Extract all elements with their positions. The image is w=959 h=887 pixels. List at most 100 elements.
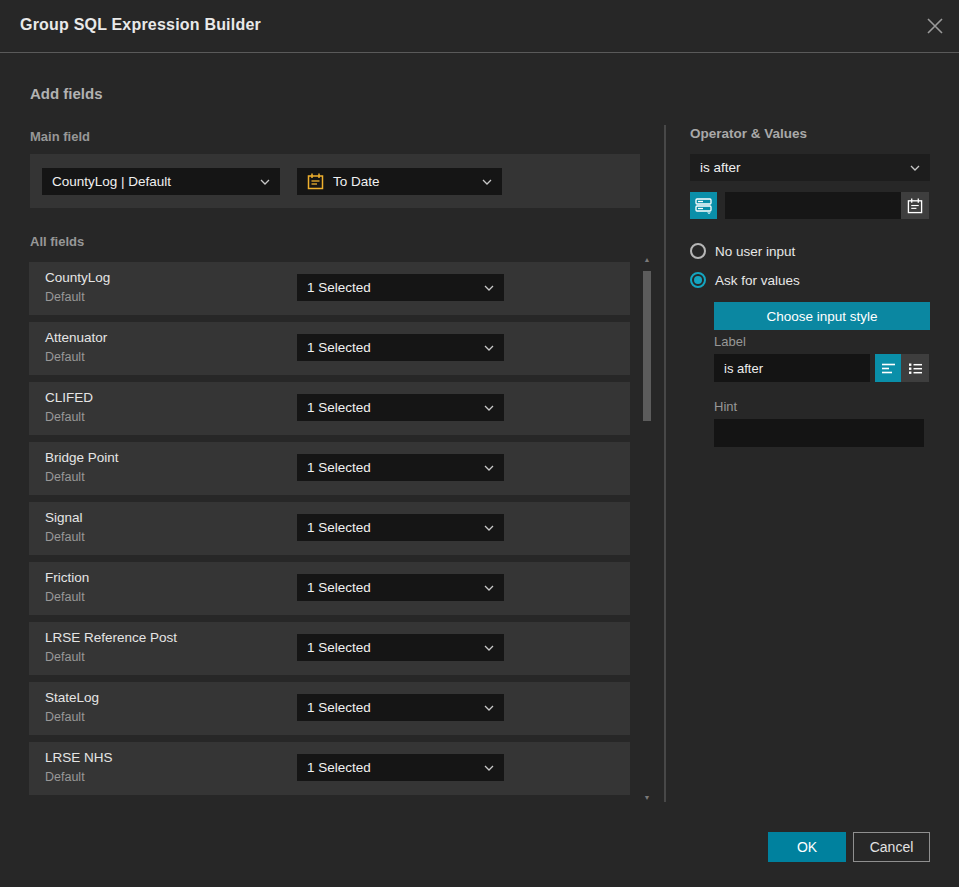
field-name: LRSE NHS [45,750,113,765]
single-line-input-icon [881,362,896,375]
field-subtitle: Default [45,470,85,484]
radio-no-user-input-label: No user input [715,244,795,259]
radio-selected-icon [690,272,706,288]
ok-button[interactable]: OK [768,832,846,862]
radio-ask-for-values[interactable]: Ask for values [690,272,800,288]
field-name: CountyLog [45,270,110,285]
field-subtitle: Default [45,290,85,304]
field-selected-dropdown-label: 1 Selected [307,280,371,295]
field-name: Signal [45,510,83,525]
all-fields-label: All fields [30,234,84,249]
chevron-down-icon [484,765,494,771]
field-selected-dropdown-label: 1 Selected [307,580,371,595]
field-selected-dropdown-label: 1 Selected [307,640,371,655]
field-selected-dropdown-label: 1 Selected [307,760,371,775]
operator-select[interactable]: is after [690,154,930,181]
chevron-down-icon [484,525,494,531]
field-name: CLIFED [45,390,93,405]
field-row: Attenuator Default 1 Selected [29,322,630,375]
field-subtitle: Default [45,710,85,724]
field-name: StateLog [45,690,99,705]
all-fields-list: CountyLog Default 1 Selected Attenuator … [29,262,630,802]
hint-input[interactable] [714,419,924,447]
field-selected-dropdown-label: 1 Selected [307,700,371,715]
field-selected-dropdown[interactable]: 1 Selected [297,394,504,421]
add-fields-heading: Add fields [30,85,103,102]
calendar-icon [907,198,923,214]
chevron-down-icon [484,405,494,411]
field-subtitle: Default [45,350,85,364]
single-line-input-button[interactable] [875,354,901,382]
scrollbar-up-arrow-icon[interactable]: ▲ [641,256,653,264]
main-field-select[interactable]: CountyLog | Default [42,168,280,195]
field-selected-dropdown-label: 1 Selected [307,460,371,475]
main-field-date-select[interactable]: To Date [297,168,502,195]
field-selected-dropdown[interactable]: 1 Selected [297,754,504,781]
field-selected-dropdown-label: 1 Selected [307,400,371,415]
unique-values-icon [695,197,712,214]
value-input[interactable] [725,192,901,219]
close-button[interactable] [922,13,948,39]
main-field-label: Main field [30,129,90,144]
panel-divider [664,125,666,802]
main-field-select-value: CountyLog | Default [52,174,171,189]
hint-field-label: Hint [714,399,737,414]
field-selected-dropdown[interactable]: 1 Selected [297,274,504,301]
cancel-button[interactable]: Cancel [853,832,930,862]
field-name: LRSE Reference Post [45,630,177,645]
operator-values-heading: Operator & Values [690,126,807,141]
field-selected-dropdown-label: 1 Selected [307,520,371,535]
chevron-down-icon [482,179,492,185]
main-field-panel: CountyLog | Default To Date [30,154,640,208]
field-row: Signal Default 1 Selected [29,502,630,555]
field-row: StateLog Default 1 Selected [29,682,630,735]
unique-values-button[interactable] [690,192,717,219]
field-selected-dropdown[interactable]: 1 Selected [297,634,504,661]
scrollbar-down-arrow-icon[interactable]: ▼ [641,794,653,802]
chevron-down-icon [484,465,494,471]
close-icon [926,17,944,35]
field-row: Bridge Point Default 1 Selected [29,442,630,495]
field-selected-dropdown[interactable]: 1 Selected [297,454,504,481]
field-row: LRSE Reference Post Default 1 Selected [29,622,630,675]
label-input[interactable] [714,354,870,382]
chevron-down-icon [484,645,494,651]
main-field-date-select-value: To Date [333,174,380,189]
field-row: Friction Default 1 Selected [29,562,630,615]
field-subtitle: Default [45,770,85,784]
field-selected-dropdown[interactable]: 1 Selected [297,514,504,541]
choose-input-style-button[interactable]: Choose input style [714,302,930,330]
field-row: LRSE NHS Default 1 Selected [29,742,630,795]
chevron-down-icon [484,285,494,291]
field-subtitle: Default [45,590,85,604]
field-name: Attenuator [45,330,107,345]
list-input-button[interactable] [901,354,929,382]
chevron-down-icon [484,585,494,591]
radio-ask-for-values-label: Ask for values [715,273,800,288]
dialog-title: Group SQL Expression Builder [20,16,261,34]
operator-select-value: is after [700,160,741,175]
field-selected-dropdown[interactable]: 1 Selected [297,574,504,601]
list-scrollbar[interactable]: ▲ ▼ [641,256,653,802]
chevron-down-icon [484,705,494,711]
field-name: Friction [45,570,89,585]
label-field-label: Label [714,334,746,349]
field-selected-dropdown-label: 1 Selected [307,340,371,355]
scrollbar-thumb[interactable] [643,271,651,421]
calendar-icon [307,173,324,190]
radio-circle-icon [690,243,706,259]
field-subtitle: Default [45,530,85,544]
field-selected-dropdown[interactable]: 1 Selected [297,694,504,721]
field-subtitle: Default [45,650,85,664]
value-calendar-button[interactable] [901,192,929,219]
chevron-down-icon [260,179,270,185]
chevron-down-icon [484,345,494,351]
radio-no-user-input[interactable]: No user input [690,243,795,259]
field-subtitle: Default [45,410,85,424]
list-input-icon [908,362,923,375]
field-row: CountyLog Default 1 Selected [29,262,630,315]
field-name: Bridge Point [45,450,119,465]
chevron-down-icon [910,165,920,171]
field-row: CLIFED Default 1 Selected [29,382,630,435]
field-selected-dropdown[interactable]: 1 Selected [297,334,504,361]
